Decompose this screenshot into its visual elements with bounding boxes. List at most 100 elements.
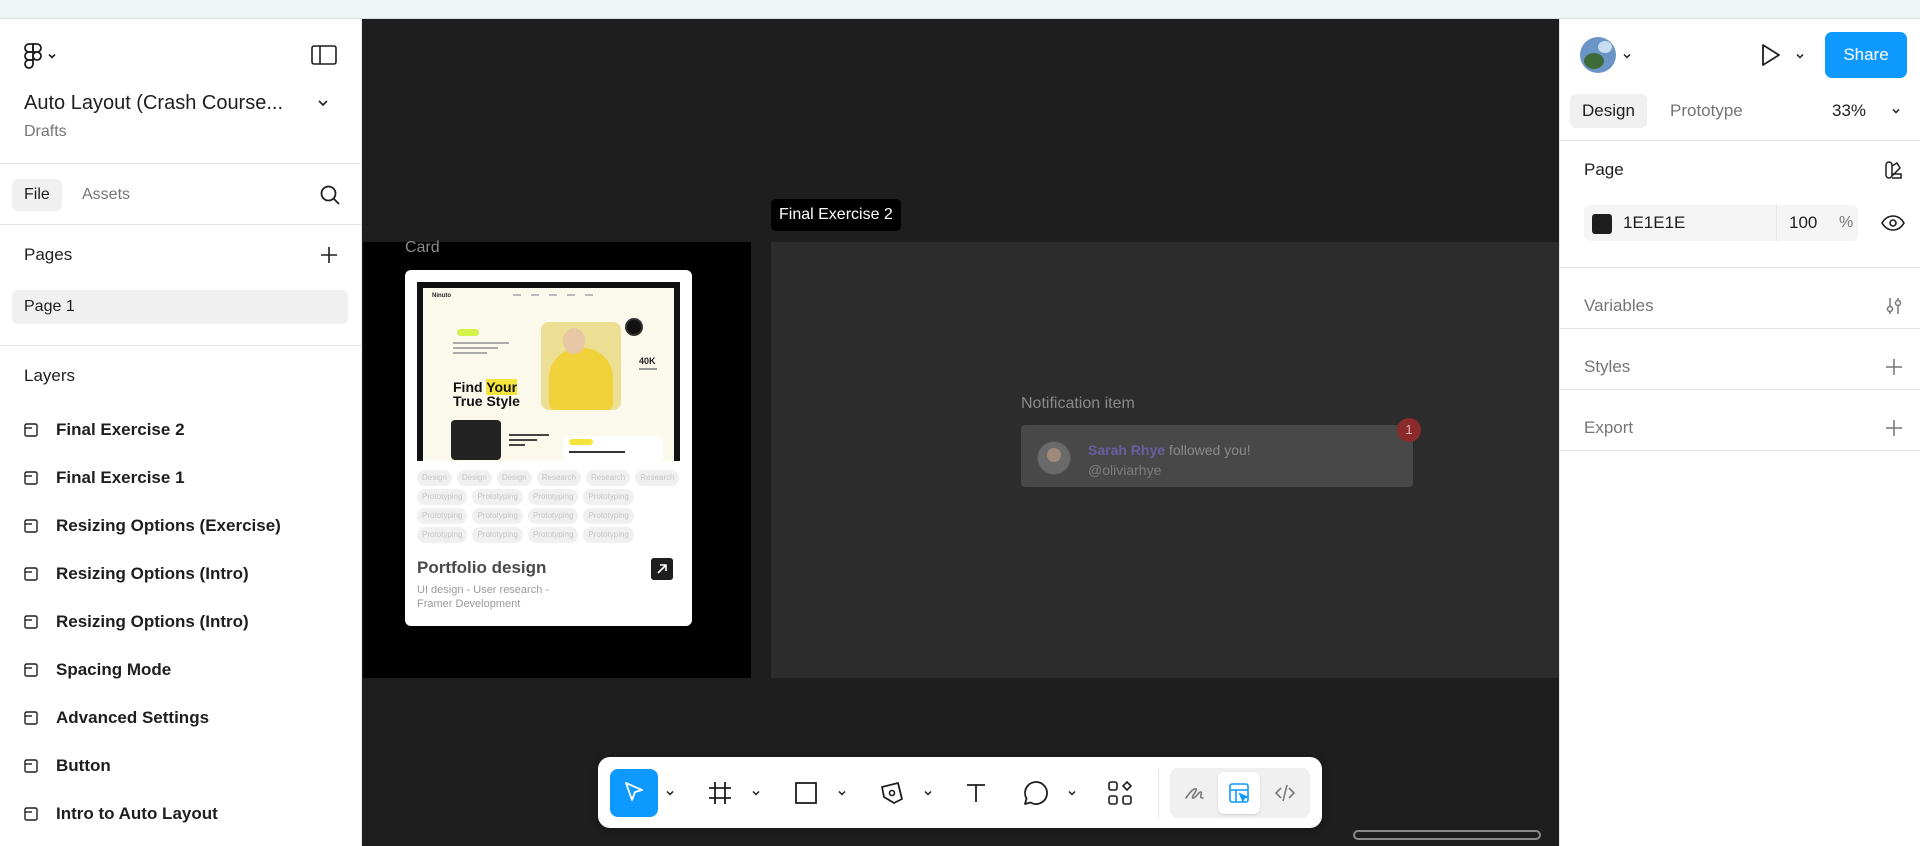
- search-icon[interactable]: [318, 183, 342, 207]
- layer-item[interactable]: Spacing Mode: [24, 655, 171, 685]
- divider: [1560, 389, 1920, 390]
- layer-item[interactable]: Resizing Options (Exercise): [24, 511, 281, 541]
- chevron-down-icon[interactable]: [1794, 50, 1806, 62]
- rectangle-icon: [795, 782, 817, 804]
- divider: [1560, 450, 1920, 451]
- design-mode-icon: [1229, 783, 1250, 804]
- page-item-page-1[interactable]: Page 1: [12, 290, 348, 324]
- divider: [1158, 769, 1159, 817]
- sidebar-toggle-icon[interactable]: [311, 45, 337, 65]
- move-tool-button[interactable]: [610, 769, 658, 817]
- page-fill-row[interactable]: 1E1E1E 100 %: [1584, 205, 1858, 241]
- design-mode-button[interactable]: [1218, 772, 1260, 814]
- variables-settings-icon[interactable]: [1884, 296, 1904, 316]
- dev-mode-button[interactable]: [1264, 772, 1306, 814]
- page-opacity-field[interactable]: 100 %: [1776, 205, 1858, 241]
- divider: [1560, 140, 1920, 141]
- chevron-down-icon[interactable]: [922, 787, 934, 799]
- tag: Research: [635, 470, 680, 486]
- layer-label: Resizing Options (Intro): [56, 612, 249, 631]
- main-menu-button[interactable]: [24, 42, 68, 70]
- site-hero-photo: [541, 322, 621, 410]
- card-frame-label[interactable]: Card: [405, 239, 440, 257]
- comment-tool-button[interactable]: [1012, 769, 1060, 817]
- page-section-title: Page: [1584, 160, 1624, 179]
- opacity-value[interactable]: 100: [1789, 205, 1817, 241]
- layer-item[interactable]: Advanced Settings: [24, 703, 209, 733]
- frame-layer-icon: [24, 807, 38, 821]
- site-promo: [563, 436, 663, 461]
- notification-frame-label[interactable]: Notification item: [1021, 395, 1135, 413]
- layer-item[interactable]: Button: [24, 751, 111, 781]
- present-play-icon[interactable]: [1757, 41, 1783, 69]
- file-location[interactable]: Drafts: [24, 123, 67, 141]
- frame-layer-icon: [24, 759, 38, 773]
- share-button[interactable]: Share: [1825, 32, 1907, 78]
- notification-item[interactable]: Sarah Rhye followed you! @oliviarhye: [1021, 425, 1413, 487]
- frame-icon: [709, 782, 731, 804]
- code-icon: [1274, 784, 1296, 802]
- chevron-down-icon[interactable]: [664, 787, 676, 799]
- add-export-icon[interactable]: [1884, 418, 1904, 438]
- zoom-level[interactable]: 33%: [1832, 94, 1866, 128]
- text-icon: [967, 784, 985, 802]
- file-title-chevron-icon[interactable]: [316, 96, 330, 110]
- tag: Prototyping: [472, 508, 523, 524]
- tag: Prototyping: [472, 489, 523, 505]
- tab-prototype[interactable]: Prototype: [1670, 94, 1743, 128]
- user-avatar[interactable]: [1580, 37, 1616, 73]
- canvas[interactable]: Card Ninuto Find Your True Style 40K Desi…: [363, 19, 1559, 846]
- variables-section-title: Variables: [1584, 296, 1654, 315]
- chevron-down-icon[interactable]: [750, 787, 762, 799]
- frame-tool-button[interactable]: [696, 769, 744, 817]
- actions-tool-button[interactable]: [1096, 769, 1144, 817]
- card-subtitle: UI design - User research - Framer Devel…: [417, 584, 550, 610]
- tag: Prototyping: [527, 489, 579, 505]
- horizontal-scrollbar[interactable]: [1353, 830, 1541, 840]
- site-text-lines: [453, 342, 509, 357]
- pen-tool-button[interactable]: [868, 769, 916, 817]
- layer-item[interactable]: Intro to Auto Layout: [24, 799, 218, 829]
- layer-label: Final Exercise 2: [56, 420, 185, 439]
- notification-badge: 1: [1397, 418, 1421, 442]
- layer-label: Resizing Options (Exercise): [56, 516, 281, 535]
- add-style-icon[interactable]: [1884, 357, 1904, 377]
- components-icon: [1108, 780, 1133, 805]
- portfolio-card[interactable]: Ninuto Find Your True Style 40K Design De…: [405, 270, 692, 626]
- site-stat-sub: [639, 368, 657, 370]
- styles-section-title: Styles: [1584, 357, 1631, 376]
- layer-item[interactable]: Resizing Options (Intro): [24, 607, 249, 637]
- chevron-down-icon[interactable]: [1621, 50, 1633, 62]
- layers-heading: Layers: [24, 366, 76, 385]
- layer-item[interactable]: Final Exercise 1: [24, 463, 185, 493]
- tag: Design: [417, 470, 452, 486]
- chevron-down-icon[interactable]: [1890, 105, 1902, 117]
- notification-text: Sarah Rhye followed you!: [1088, 442, 1251, 458]
- library-styles-icon[interactable]: [1884, 160, 1904, 180]
- page-color-hex[interactable]: 1E1E1E: [1623, 205, 1685, 241]
- left-panel: Auto Layout (Crash Course... Drafts File…: [0, 19, 362, 846]
- shape-tool-button[interactable]: [782, 769, 830, 817]
- tab-design[interactable]: Design: [1570, 94, 1647, 128]
- eye-icon[interactable]: [1881, 213, 1905, 233]
- layer-item[interactable]: Resizing Options (Intro): [24, 559, 249, 589]
- frame-layer-icon: [24, 423, 38, 437]
- text-tool-button[interactable]: [952, 769, 1000, 817]
- tab-file[interactable]: File: [12, 179, 62, 211]
- left-panel-tabs: File Assets: [0, 165, 362, 225]
- draw-mode-button[interactable]: [1174, 772, 1216, 814]
- layer-label: Button: [56, 756, 111, 775]
- add-page-icon[interactable]: [318, 244, 340, 266]
- tab-assets[interactable]: Assets: [82, 179, 130, 211]
- chevron-down-icon[interactable]: [1066, 787, 1078, 799]
- layer-item[interactable]: Final Exercise 2: [24, 415, 185, 445]
- tag: Prototyping: [417, 527, 468, 543]
- color-swatch[interactable]: [1592, 214, 1612, 234]
- chevron-down-icon[interactable]: [836, 787, 848, 799]
- selected-frame-label[interactable]: Final Exercise 2: [771, 199, 901, 231]
- divider: [1560, 328, 1920, 329]
- tag: Prototyping: [472, 527, 523, 543]
- file-title[interactable]: Auto Layout (Crash Course...: [24, 92, 283, 115]
- frame-layer-icon: [24, 615, 38, 629]
- file-header: Auto Layout (Crash Course... Drafts: [0, 19, 362, 164]
